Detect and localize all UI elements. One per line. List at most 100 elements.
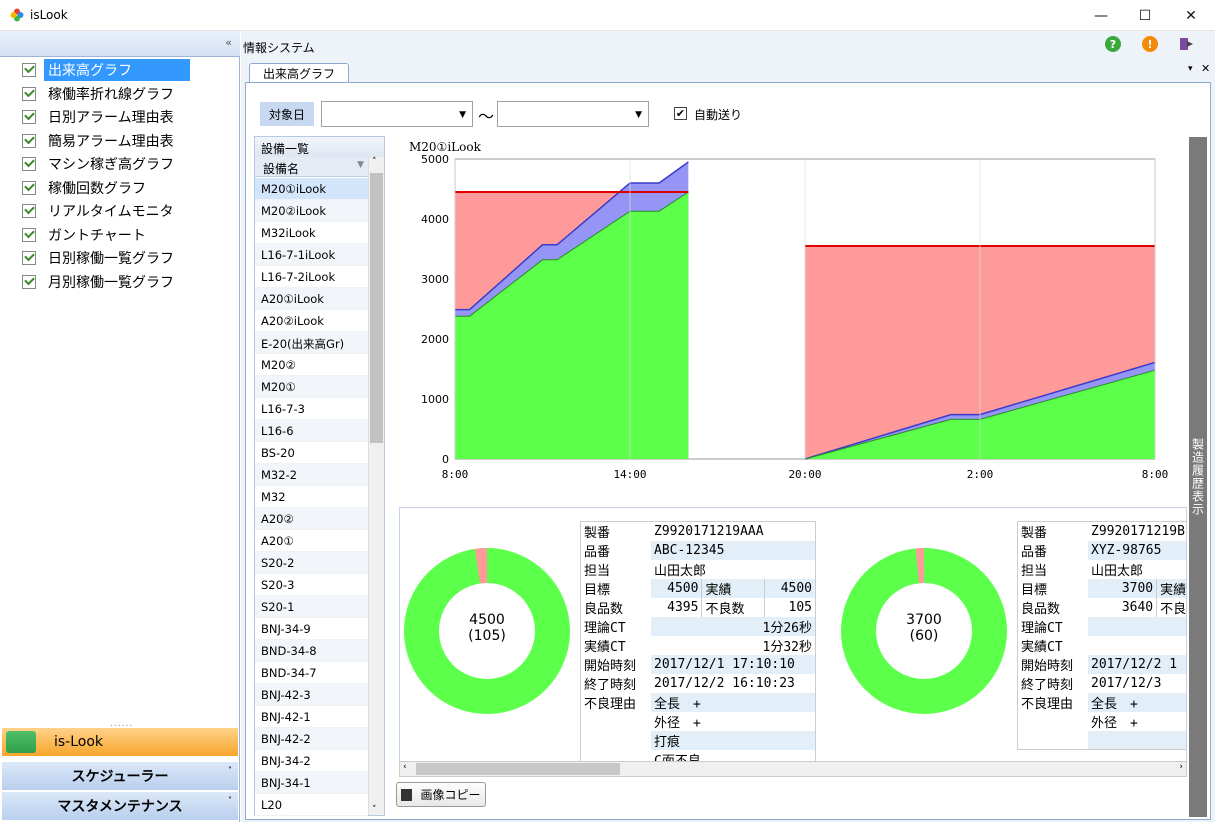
- info-row: 不良理由 全長 +: [581, 693, 815, 712]
- equipment-row[interactable]: E-20(出来高Gr): [255, 332, 368, 354]
- equipment-column-header[interactable]: 設備名 ▼: [255, 157, 368, 177]
- equipment-row[interactable]: L16-7-2iLook: [255, 266, 368, 288]
- alert-icon[interactable]: !: [1142, 36, 1158, 52]
- info-key: 製番: [584, 526, 611, 541]
- equipment-row[interactable]: A20①iLook: [255, 288, 368, 310]
- info-value: 1分26秒: [651, 617, 815, 636]
- dropdown-arrow-icon: ▼: [459, 110, 466, 120]
- equipment-row[interactable]: M20①iLook: [255, 178, 368, 200]
- end-date-select[interactable]: ▼: [497, 101, 649, 127]
- nav-islook[interactable]: is-Look: [2, 728, 238, 756]
- tab-dropdown-icon[interactable]: ▾: [1188, 64, 1193, 74]
- info-row: 担当 山田太郎: [1018, 560, 1186, 579]
- donut-center-label: 3700 (60): [884, 612, 964, 644]
- start-date-select[interactable]: ▼: [321, 101, 473, 127]
- y-tick-label: 5000: [421, 153, 449, 166]
- info-value: ABC-12345: [651, 541, 815, 560]
- equipment-row[interactable]: BS-20: [255, 442, 368, 464]
- equipment-row[interactable]: BND-34-7: [255, 662, 368, 684]
- info-key: 理論CT: [1021, 621, 1063, 636]
- sidebar-item[interactable]: マシン稼ぎ高グラフ: [22, 153, 222, 175]
- info-value: 山田太郎: [1091, 564, 1144, 579]
- equipment-row[interactable]: BNJ-34-1: [255, 772, 368, 794]
- report-check-icon: [22, 157, 36, 171]
- sidebar-item[interactable]: 稼働回数グラフ: [22, 177, 222, 199]
- equipment-row[interactable]: BNJ-42-1: [255, 706, 368, 728]
- equipment-row[interactable]: M32iLook: [255, 222, 368, 244]
- info-key: 開始時刻: [1021, 659, 1074, 674]
- equipment-row[interactable]: A20②: [255, 508, 368, 530]
- info-value: [1088, 636, 1186, 655]
- equipment-list-panel: 設備一覧 設備名 ▼ M20①iLook M20②iLook M32iLook L16…: [254, 136, 385, 816]
- sidebar-item[interactable]: 月別稼働一覧グラフ: [22, 271, 222, 293]
- dropdown-arrow-icon: ▼: [635, 110, 642, 120]
- scrollbar-thumb[interactable]: [416, 763, 620, 775]
- close-icon[interactable]: ✕: [1168, 0, 1214, 31]
- equipment-row[interactable]: M20②iLook: [255, 200, 368, 222]
- equipment-row[interactable]: L16-7-3: [255, 398, 368, 420]
- scrollbar-thumb[interactable]: [370, 173, 383, 443]
- sidebar-item[interactable]: 稼働率折れ線グラフ: [22, 83, 222, 105]
- equipment-row[interactable]: BNJ-42-3: [255, 684, 368, 706]
- info-value: 全長 +: [651, 693, 815, 712]
- equipment-scrollbar[interactable]: ˄ ˅: [368, 157, 384, 815]
- help-icon[interactable]: ?: [1105, 36, 1121, 52]
- scroll-left-icon[interactable]: ‹: [403, 762, 407, 772]
- info-key: 理論CT: [584, 621, 626, 636]
- info-key: 目標: [584, 583, 611, 598]
- equipment-row[interactable]: S20-2: [255, 552, 368, 574]
- info-horizontal-scrollbar[interactable]: ‹ ›: [399, 761, 1187, 777]
- scroll-right-icon[interactable]: ›: [1179, 762, 1183, 772]
- equipment-row[interactable]: A20②iLook: [255, 310, 368, 332]
- scroll-up-icon[interactable]: ˄: [372, 157, 377, 167]
- equipment-row[interactable]: S20-3: [255, 574, 368, 596]
- nav-scheduler[interactable]: スケジューラー ˅: [2, 762, 238, 790]
- auto-advance-checkbox[interactable]: ✔: [674, 107, 687, 120]
- sidebar-item[interactable]: 簡易アラーム理由表: [22, 130, 222, 152]
- equipment-row[interactable]: BNJ-34-2: [255, 750, 368, 772]
- copy-image-button[interactable]: 画像コピー: [396, 782, 486, 807]
- info-value: 外径 +: [654, 716, 701, 731]
- sidebar-item-label: 出来高グラフ: [44, 59, 190, 81]
- equipment-row[interactable]: A20①: [255, 530, 368, 552]
- equipment-row[interactable]: M32: [255, 486, 368, 508]
- target-date-label: 対象日: [260, 102, 314, 126]
- equipment-row[interactable]: S20-1: [255, 596, 368, 618]
- maximize-icon[interactable]: ☐: [1122, 0, 1168, 31]
- collapse-icon[interactable]: «: [225, 36, 232, 49]
- sidebar-item[interactable]: 出来高グラフ: [22, 59, 222, 81]
- exit-icon[interactable]: [1178, 36, 1194, 52]
- equipment-row[interactable]: M20②: [255, 354, 368, 376]
- info-row: 良品数 3640不良数: [1018, 598, 1186, 617]
- tab-output-graph[interactable]: 出来高グラフ: [249, 63, 349, 83]
- equipment-row[interactable]: L20: [255, 794, 368, 816]
- sidebar-item-label: リアルタイムモニタ: [48, 204, 174, 220]
- scroll-down-icon[interactable]: ˅: [372, 805, 377, 815]
- y-tick-label: 0: [442, 453, 449, 466]
- info-value: 全長 +: [1088, 693, 1186, 712]
- info-key: 良品数: [584, 602, 624, 617]
- equipment-column-label: 設備名: [263, 162, 300, 176]
- equipment-row[interactable]: M32-2: [255, 464, 368, 486]
- info-value: 4500: [764, 579, 815, 598]
- info-row: 製番 Z9920171219B: [1018, 522, 1186, 541]
- info-row: 理論CT 1分26秒: [581, 617, 815, 636]
- chevron-down-icon: ˅: [228, 766, 232, 775]
- filter-icon[interactable]: ▼: [357, 160, 364, 170]
- tab-close-icon[interactable]: ✕: [1201, 62, 1210, 75]
- sidebar-item[interactable]: 日別稼働一覧グラフ: [22, 247, 222, 269]
- sidebar-item[interactable]: 日別アラーム理由表: [22, 106, 222, 128]
- equipment-row[interactable]: L16-6: [255, 420, 368, 442]
- equipment-row[interactable]: M20①: [255, 376, 368, 398]
- nav-master-maintenance[interactable]: マスタメンテナンス ˅: [2, 792, 238, 820]
- sidebar-item[interactable]: ガントチャート: [22, 224, 222, 246]
- minimize-icon[interactable]: —: [1078, 0, 1124, 31]
- equipment-row[interactable]: BND-34-8: [255, 640, 368, 662]
- app-logo-icon: [10, 8, 24, 22]
- sidebar-item[interactable]: リアルタイムモニタ: [22, 200, 222, 222]
- info-value: 2017/12/2 16:10:23: [654, 676, 795, 691]
- equipment-row[interactable]: L16-7-1iLook: [255, 244, 368, 266]
- production-history-button[interactable]: 製造履歴表示: [1189, 137, 1207, 817]
- equipment-row[interactable]: BNJ-42-2: [255, 728, 368, 750]
- equipment-row[interactable]: BNJ-34-9: [255, 618, 368, 640]
